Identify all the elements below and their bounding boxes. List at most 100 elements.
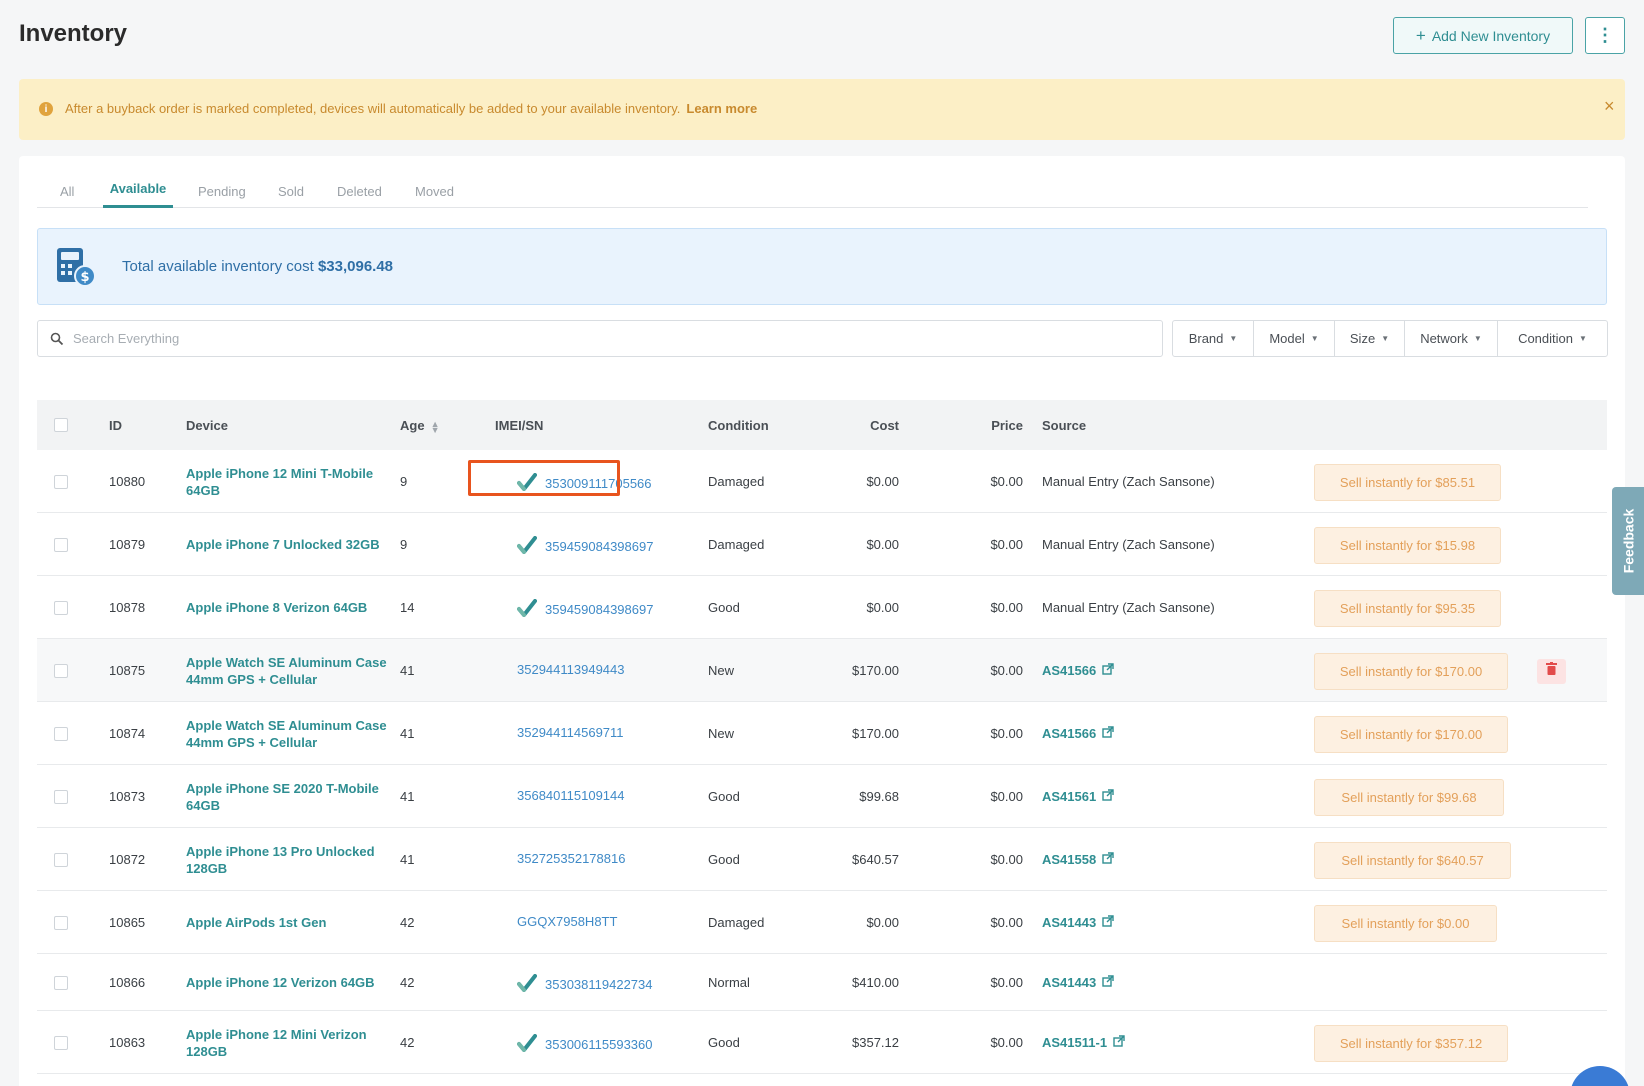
device-link[interactable]: Apple Watch SE Aluminum Case 44mm GPS + C… [186,654,391,688]
filter-condition[interactable]: Condition ▼ [1498,321,1607,356]
row-price: $0.00 [990,536,1023,552]
source-link[interactable]: AS41443 [1042,915,1114,930]
sell-instantly-button[interactable]: Sell instantly for $15.98 [1314,526,1501,564]
imei-link[interactable]: 359459084398697 [517,535,653,557]
source-link[interactable]: AS41443 [1042,975,1114,990]
table-row: 10866 Apple iPhone 12 Verizon 64GB 42 35303… [37,954,1607,1011]
row-checkbox[interactable] [54,852,68,867]
device-link[interactable]: Apple iPhone 8 Verizon 64GB [186,599,391,616]
device-name-line1: Apple iPhone 12 Verizon 64GB [186,974,375,990]
device-link[interactable]: Apple iPhone 13 Pro Unlocked 128GB [186,843,391,877]
row-id: 10872 [109,851,146,867]
device-link[interactable]: Apple AirPods 1st Gen [186,914,391,931]
row-checkbox[interactable] [54,663,68,678]
imei-value: 353009111705566 [545,475,652,491]
source-order-id: AS41443 [1042,914,1097,930]
device-link[interactable]: Apple Watch SE Aluminum Case 44mm GPS + C… [186,717,391,751]
add-new-inventory-button[interactable]: + Add New Inventory [1393,17,1573,54]
imei-link[interactable]: 352944113949443 [517,662,625,677]
device-name-line2: 64GB [186,797,220,813]
source-link[interactable]: AS41566 [1042,726,1114,741]
source-link[interactable]: AS41561 [1042,789,1114,804]
tab-all[interactable]: All [60,178,74,208]
header-age[interactable]: Age ▲ ▼ [400,418,440,435]
row-price: $0.00 [990,914,1023,930]
imei-link[interactable]: 353038119422734 [517,973,653,995]
tab-deleted[interactable]: Deleted [337,178,382,208]
row-id: 10865 [109,914,146,930]
close-icon[interactable]: × [1604,96,1615,117]
sell-instantly-button[interactable]: Sell instantly for $95.35 [1314,589,1501,627]
row-checkbox[interactable] [54,600,68,615]
source-order-id: AS41561 [1042,788,1097,804]
row-id: 10863 [109,1034,146,1050]
row-id: 10874 [109,725,146,741]
more-options-button[interactable]: ⋮ [1585,17,1625,54]
imei-link[interactable]: 353006115593360 [517,1033,653,1055]
summary-amount: $33,096.48 [317,258,394,275]
row-checkbox[interactable] [54,474,68,489]
imei-link[interactable]: 352725352178816 [517,851,625,866]
sell-instantly-button[interactable]: Sell instantly for $170.00 [1314,715,1508,753]
device-name-line1: Apple iPhone 12 Mini Verizon [186,1026,367,1042]
device-name-line1: Apple iPhone 8 Verizon 64GB [186,599,368,615]
sell-instantly-button[interactable]: Sell instantly for $357.12 [1314,1024,1508,1062]
learn-more-link[interactable]: Learn more [686,101,757,116]
source-link[interactable]: AS41566 [1042,663,1114,678]
external-link-icon [1102,914,1114,930]
device-link[interactable]: Apple iPhone 12 Mini Verizon 128GB [186,1026,391,1060]
verified-check-icon [517,973,537,995]
row-checkbox[interactable] [54,789,68,804]
device-link[interactable]: Apple iPhone 12 Verizon 64GB [186,974,391,991]
sell-instantly-button[interactable]: Sell instantly for $640.57 [1314,841,1511,879]
imei-link[interactable]: GGQX7958H8TT [517,914,617,929]
row-checkbox[interactable] [54,975,68,990]
source-link[interactable]: AS41511-1 [1042,1035,1125,1050]
filter-label: Network [1420,331,1468,346]
imei-link[interactable]: 356840115109144 [517,788,625,803]
tab-sold[interactable]: Sold [278,178,304,208]
sell-instantly-button[interactable]: Sell instantly for $85.51 [1314,463,1501,501]
delete-button[interactable] [1537,658,1566,684]
tab-available[interactable]: Available [103,178,173,208]
header-imei: IMEI/SN [495,418,544,433]
tab-moved[interactable]: Moved [415,178,454,208]
row-checkbox[interactable] [54,537,68,552]
filter-model[interactable]: Model ▼ [1254,321,1335,356]
search-input[interactable] [73,321,1153,356]
row-condition: Good [708,788,740,804]
external-link-icon [1102,662,1114,678]
sell-instantly-button[interactable]: Sell instantly for $170.00 [1314,652,1508,690]
row-cost: $640.57 [852,851,899,867]
sell-instantly-button[interactable]: Sell instantly for $99.68 [1314,778,1504,816]
sort-icon: ▲ ▼ [430,418,440,435]
filter-network[interactable]: Network ▼ [1405,321,1498,356]
select-all-checkbox[interactable] [54,418,68,432]
imei-link[interactable]: 352944114569711 [517,725,624,740]
row-checkbox[interactable] [54,1035,68,1050]
imei-link[interactable]: 359459084398697 [517,598,653,620]
row-cost: $357.12 [852,1034,899,1050]
caret-down-icon: ▼ [1381,334,1390,343]
row-checkbox[interactable] [54,726,68,741]
device-link[interactable]: Apple iPhone 7 Unlocked 32GB [186,536,391,553]
header-device: Device [186,418,228,433]
svg-text:$: $ [80,270,89,285]
row-checkbox[interactable] [54,915,68,930]
imei-link[interactable]: 353009111705566 [517,472,652,494]
filter-brand[interactable]: Brand ▼ [1173,321,1254,356]
imei-value: 352944114569711 [517,724,624,740]
filter-size[interactable]: Size ▼ [1335,321,1405,356]
header-source: Source [1042,418,1087,433]
device-link[interactable]: Apple iPhone SE 2020 T-Mobile 64GB [186,780,391,814]
sell-instantly-button[interactable]: Sell instantly for $0.00 [1314,904,1497,942]
feedback-tab[interactable]: Feedback [1612,487,1644,595]
summary-label: Total available inventory cost [122,258,314,275]
tab-pending[interactable]: Pending [198,178,246,208]
device-link[interactable]: Apple iPhone 12 Mini T-Mobile 64GB [186,465,391,499]
row-cost: $99.68 [859,788,899,804]
caret-down-icon: ▼ [1229,334,1238,343]
row-condition: New [708,662,735,678]
row-cost: $170.00 [852,662,899,678]
source-link[interactable]: AS41558 [1042,852,1114,867]
